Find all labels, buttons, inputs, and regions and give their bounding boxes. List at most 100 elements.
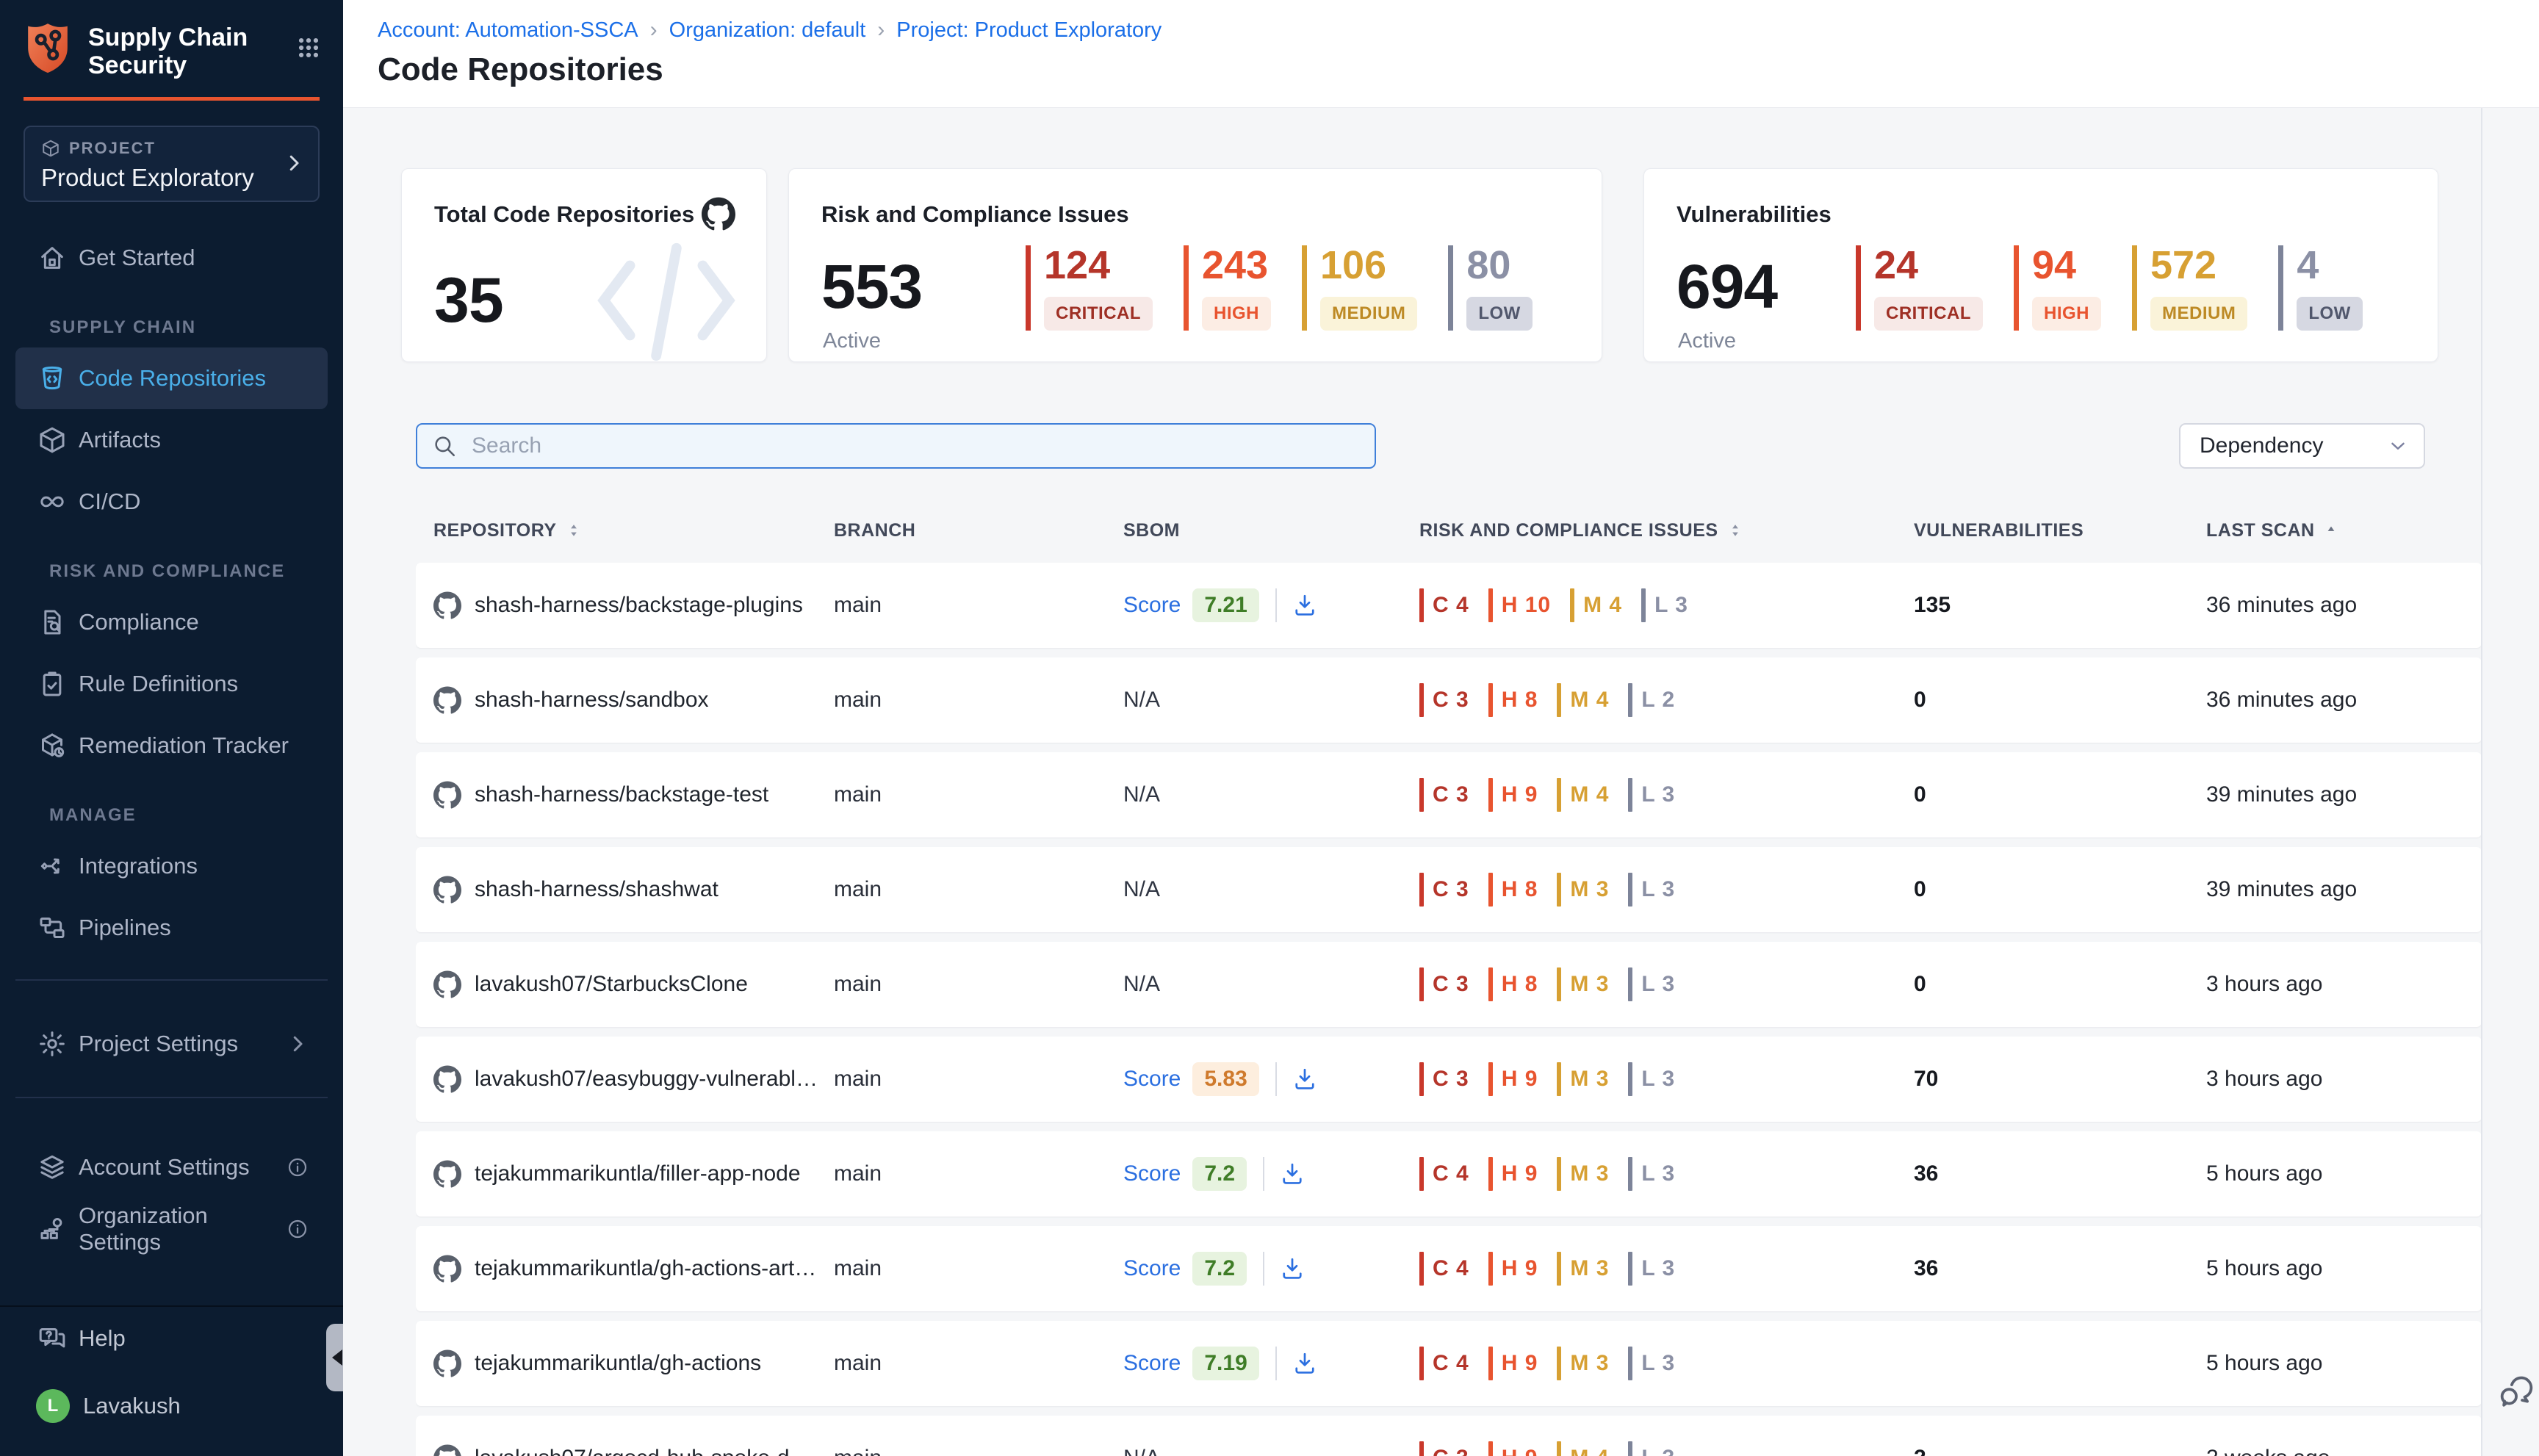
table-row[interactable]: tejakummarikuntla/filler-app-node main Sco… [416, 1131, 2482, 1217]
repository-name[interactable]: lavakush07/StarbucksClone [475, 972, 763, 997]
repository-name[interactable]: tejakummarikuntla/gh-actions-artifacts [475, 1256, 834, 1281]
table-row[interactable]: shash-harness/sandboxmainN/AC 3H 8M 4L 2… [416, 657, 2482, 743]
card-title: Total Code Repositories [434, 201, 694, 228]
column-header-branch[interactable]: BRANCH [834, 520, 1123, 541]
risk-chip-value: M 3 [1570, 1351, 1609, 1376]
sbom-score-label[interactable]: Score [1123, 1161, 1181, 1186]
breadcrumb-link[interactable]: Organization: default [669, 18, 866, 43]
sidebar-item-remediation-tracker[interactable]: Remediation Tracker [15, 715, 328, 776]
vulnerabilities-cell: 135 [1914, 593, 2206, 618]
breadcrumb: Account: Automation-SSCA›Organization: d… [378, 18, 2539, 43]
table-row[interactable]: shash-harness/backstage-pluginsmainScore… [416, 563, 2482, 648]
risk-chip-bar [1419, 873, 1424, 907]
sidebar-item-code-repositories[interactable]: Code Repositories [15, 347, 328, 409]
sbom-score-label[interactable]: Score [1123, 593, 1181, 618]
sidebar-item-artifacts[interactable]: Artifacts [15, 409, 328, 471]
risk-chip-low: L 3 [1628, 1062, 1675, 1096]
risk-chip-high: H 9 [1488, 778, 1538, 812]
sidebar-item-get-started[interactable]: Get Started [15, 227, 328, 289]
risk-chip-high: H 8 [1488, 967, 1538, 1001]
branch-cell: main [834, 877, 1123, 902]
severity-count: 24 [1874, 245, 1983, 285]
sidebar-item-rule-definitions[interactable]: Rule Definitions [15, 653, 328, 715]
table-row[interactable]: lavakush07/argocd-hub-spoke-demomainN/AC… [416, 1416, 2482, 1456]
sbom-score-label[interactable]: Score [1123, 1351, 1181, 1376]
risk-chip-medium: M 4 [1570, 588, 1622, 622]
risk-chip-bar [1557, 1157, 1561, 1191]
branch-name: main [834, 1446, 882, 1456]
column-header-repository[interactable]: REPOSITORY [433, 520, 834, 541]
sidebar-collapse-handle[interactable] [326, 1324, 343, 1391]
risk-chip-bar [1557, 683, 1561, 717]
support-chat-icon[interactable] [2495, 1372, 2535, 1412]
download-sbom-icon[interactable] [1292, 592, 1318, 619]
column-header-label: REPOSITORY [433, 520, 557, 541]
integrations-icon [37, 851, 67, 881]
risk-chip-bar [1488, 1252, 1493, 1286]
sidebar-item-label: Organization Settings [79, 1203, 287, 1255]
table-row[interactable]: lavakush07/easybuggy-vulnerable-app...ma… [416, 1037, 2482, 1122]
repository-name[interactable]: lavakush07/argocd-hub-spoke-demo [475, 1446, 834, 1456]
sidebar-item-organization-settings[interactable]: Organization Settings [15, 1198, 328, 1260]
severity-badge: CRITICAL [1874, 297, 1983, 331]
risk-chip-value: L 3 [1641, 1161, 1675, 1186]
sidebar-item-label: Compliance [79, 609, 199, 635]
breadcrumb-link[interactable]: Project: Product Exploratory [896, 18, 1162, 43]
table-row[interactable]: shash-harness/shashwatmainN/AC 3H 8M 3L … [416, 847, 2482, 932]
table-row[interactable]: lavakush07/StarbucksClonemainN/AC 3H 8M … [416, 942, 2482, 1027]
sidebar-item-pipelines[interactable]: Pipelines [15, 897, 328, 959]
sbom-score-label[interactable]: Score [1123, 1256, 1181, 1281]
download-sbom-icon[interactable] [1279, 1255, 1305, 1282]
table-row[interactable]: shash-harness/backstage-testmainN/AC 3H … [416, 752, 2482, 837]
column-header-vulnerabilities[interactable]: VULNERABILITIES [1914, 520, 2206, 541]
risk-chip-bar [1628, 1062, 1632, 1096]
sidebar-item-label: Get Started [79, 245, 195, 271]
user-menu[interactable]: L Lavakush [0, 1386, 343, 1426]
branch-name: main [834, 1161, 882, 1186]
download-sbom-icon[interactable] [1279, 1161, 1305, 1187]
sidebar-item-integrations[interactable]: Integrations [15, 835, 328, 897]
column-header-sbom[interactable]: SBOM [1123, 520, 1419, 541]
repository-name[interactable]: shash-harness/shashwat [475, 877, 733, 902]
risk-chip-critical: C 4 [1419, 1252, 1469, 1286]
dependency-filter-dropdown[interactable]: Dependency [2179, 423, 2425, 469]
last-scan-time: 3 hours ago [2206, 972, 2322, 997]
sidebar-item-cicd[interactable]: CI/CD [15, 471, 328, 533]
help-button[interactable]: Help [0, 1320, 343, 1357]
sort-icon[interactable] [1727, 522, 1743, 538]
project-cube-icon [41, 139, 60, 158]
sidebar-item-account-settings[interactable]: Account Settings [15, 1136, 328, 1198]
table-row[interactable]: tejakummarikuntla/gh-actionsmainScore7.1… [416, 1321, 2482, 1406]
repository-name[interactable]: lavakush07/easybuggy-vulnerable-app... [475, 1067, 834, 1092]
repository-name[interactable]: tejakummarikuntla/filler-app-node [475, 1161, 815, 1186]
risk-chip-medium: M 4 [1557, 683, 1609, 717]
risk-chip-bar [1628, 1347, 1632, 1380]
project-name: Product Exploratory [41, 164, 303, 192]
column-header-risk-and-compliance-issues[interactable]: RISK AND COMPLIANCE ISSUES [1419, 520, 1914, 541]
breadcrumb-link[interactable]: Account: Automation-SSCA [378, 18, 638, 43]
repository-name[interactable]: shash-harness/sandbox [475, 688, 724, 713]
project-selector[interactable]: PROJECT Product Exploratory [24, 126, 320, 202]
column-header-last-scan[interactable]: LAST SCAN [2206, 520, 2464, 541]
app-switcher-icon[interactable] [296, 35, 321, 60]
sbom-score-label[interactable]: Score [1123, 1067, 1181, 1092]
table-row[interactable]: tejakummarikuntla/gh-actions-artifactsma… [416, 1226, 2482, 1311]
repository-name[interactable]: shash-harness/backstage-plugins [475, 593, 818, 618]
pipelines-icon [37, 913, 67, 943]
download-sbom-icon[interactable] [1292, 1066, 1318, 1092]
sidebar-item-compliance[interactable]: Compliance [15, 591, 328, 653]
branch-name: main [834, 1067, 882, 1092]
sort-icon[interactable] [566, 522, 582, 538]
repository-name[interactable]: shash-harness/backstage-test [475, 782, 783, 807]
sidebar-item-project-settings[interactable]: Project Settings [15, 1013, 328, 1075]
search-input[interactable] [416, 423, 1376, 469]
risk-chip-value: L 3 [1654, 593, 1688, 618]
sort-ascending-icon[interactable] [2324, 523, 2338, 538]
download-sbom-icon[interactable] [1292, 1350, 1318, 1377]
infinity-icon [37, 487, 67, 516]
repository-name[interactable]: tejakummarikuntla/gh-actions [475, 1351, 776, 1376]
sbom-cell: Score5.83 [1123, 1062, 1419, 1096]
severity-stat-low: 80LOW [1448, 245, 1535, 331]
sidebar-item-label: Integrations [79, 853, 198, 879]
severity-count: 124 [1044, 245, 1153, 285]
